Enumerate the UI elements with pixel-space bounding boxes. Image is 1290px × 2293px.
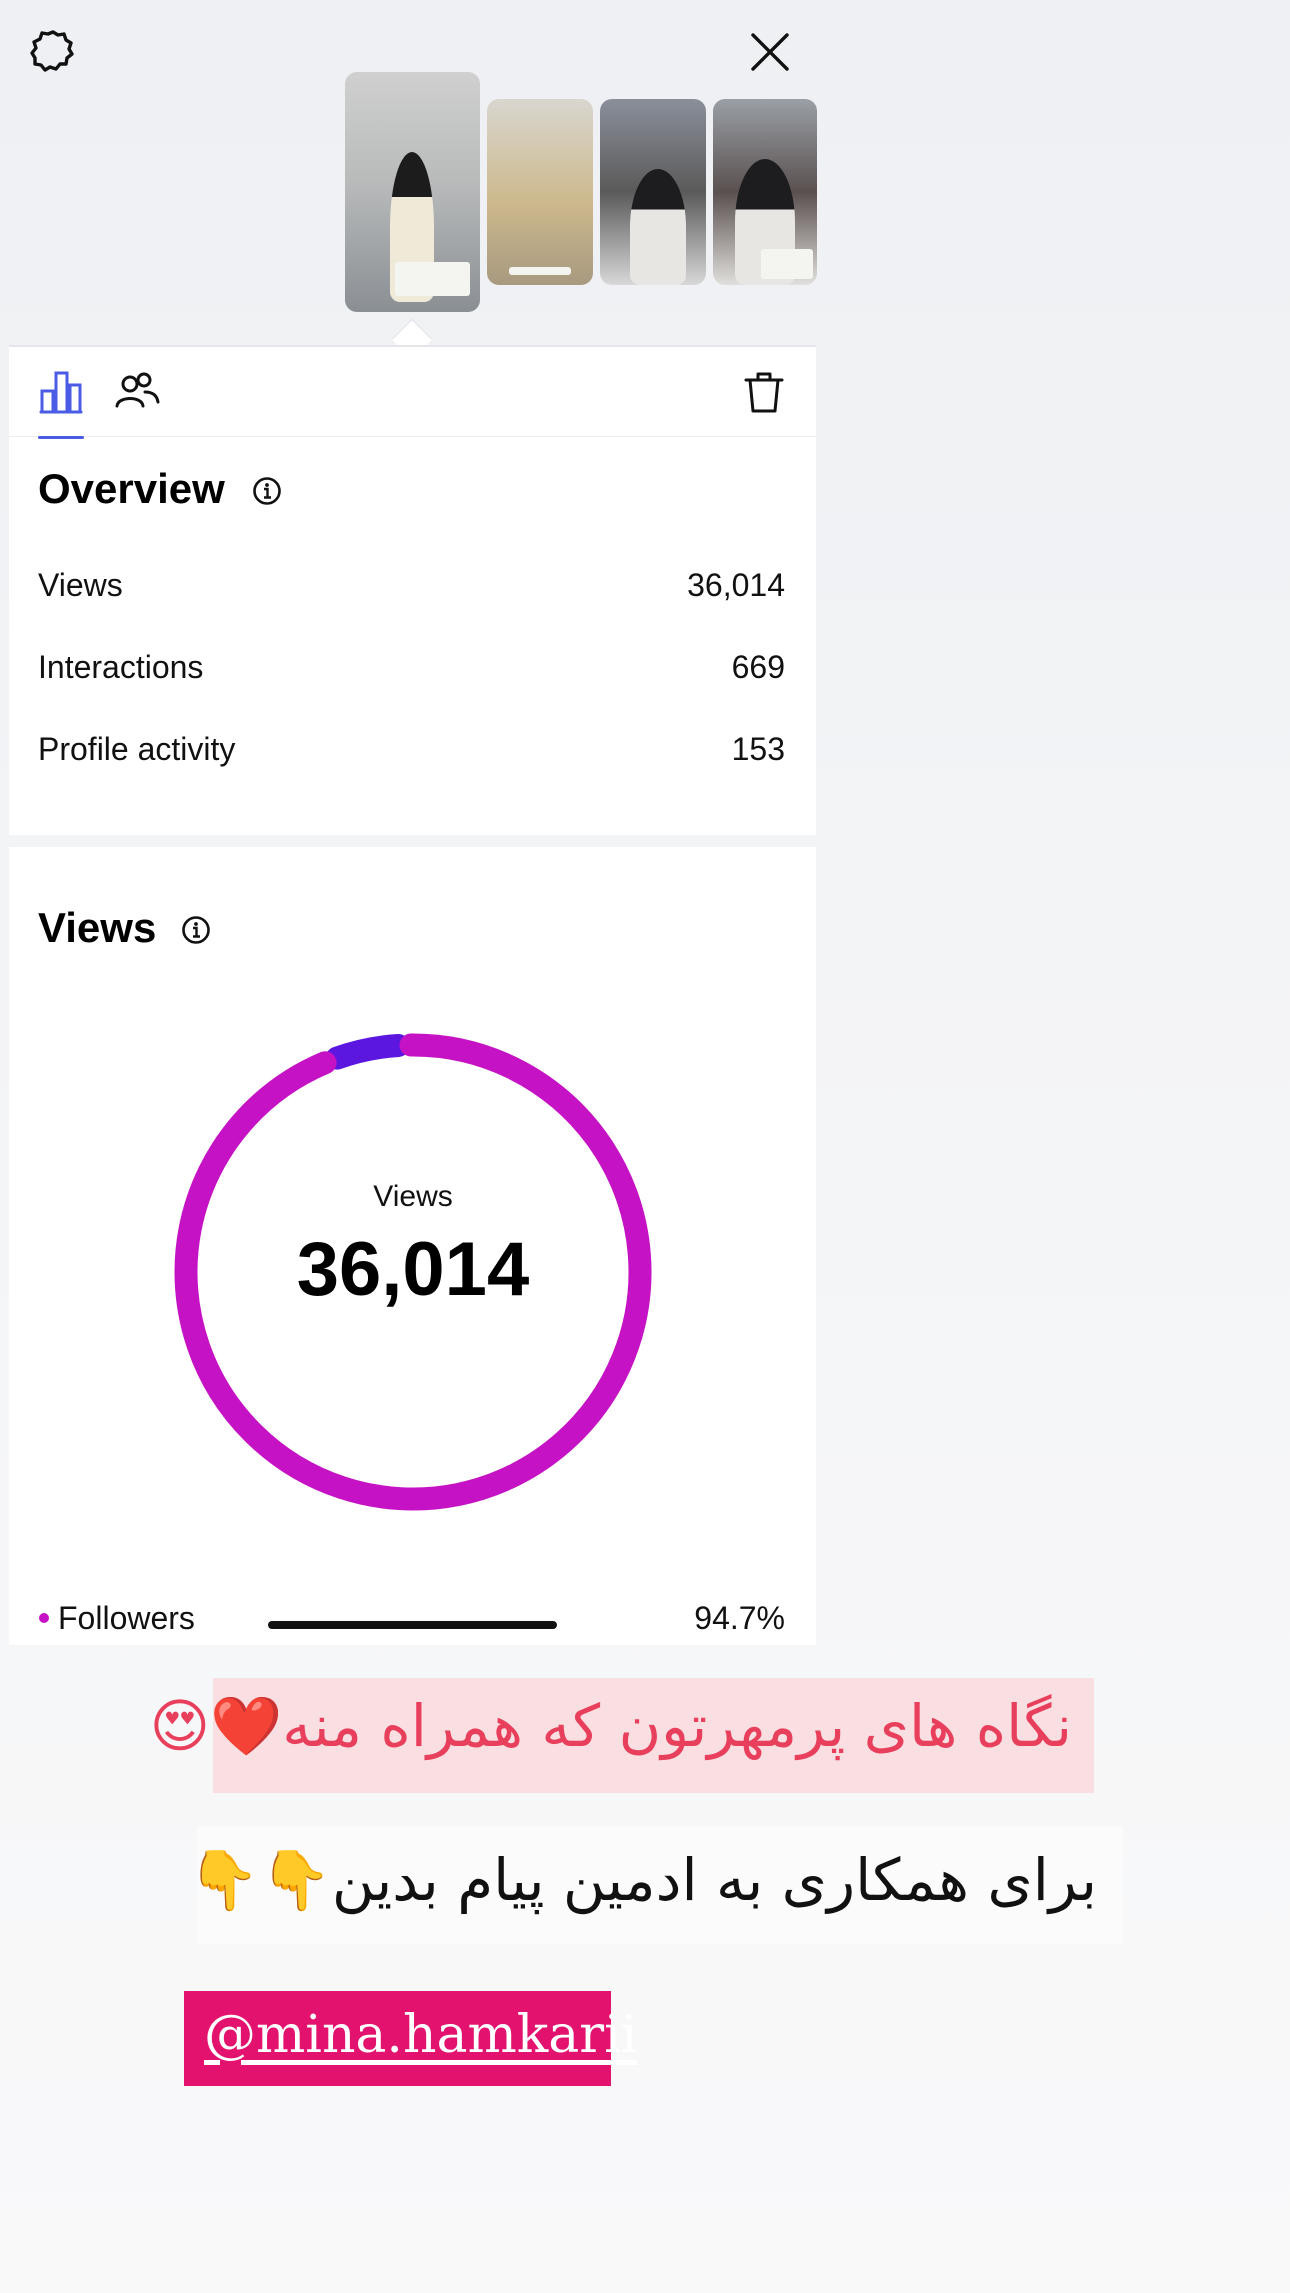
divider [9, 345, 816, 347]
trash-icon[interactable] [740, 368, 788, 416]
info-icon[interactable] [252, 476, 282, 506]
bar-chart-icon[interactable] [37, 368, 85, 416]
donut-center-value: 36,014 [296, 1227, 530, 1312]
sticker-text-1: نگاه های پرمهرتون که همراه منه❤️😍 [150, 1678, 1094, 1793]
stat-label: Profile activity [38, 731, 236, 767]
stat-value: 36,014 [687, 567, 785, 603]
views-title: Views [38, 904, 157, 951]
legend-label: Followers [58, 1600, 195, 1636]
people-icon[interactable] [113, 368, 161, 416]
stat-row-views[interactable]: Views 36,014 [38, 567, 785, 604]
stat-row-interactions[interactable]: Interactions 669 [38, 649, 785, 686]
home-indicator [268, 1621, 557, 1629]
info-icon[interactable] [181, 915, 211, 945]
stat-value: 153 [731, 731, 785, 767]
stat-label: Interactions [38, 649, 204, 685]
story-thumbnail[interactable] [345, 72, 480, 312]
story-thumbnail[interactable] [713, 99, 817, 285]
donut-center-label: Views [373, 1180, 453, 1213]
close-icon[interactable] [745, 27, 795, 77]
sticker-text-1-content: نگاه های پرمهرتون که همراه منه❤️😍 [149, 1692, 1072, 1760]
divider [9, 436, 816, 437]
story-thumbnail[interactable] [487, 99, 593, 285]
legend-color-dot [39, 1613, 49, 1623]
donut-segment-non-followers [325, 1033, 410, 1070]
overview-title: Overview [38, 465, 225, 512]
sticker-text-2-content: برای همکاری به ادمین پیام بدین👇👇 [187, 1846, 1097, 1914]
legend-percent: 94.7% [694, 1600, 785, 1636]
stat-row-profile-activity[interactable]: Profile activity 153 [38, 731, 785, 768]
mention-text[interactable]: @mina.hamkarii [204, 2005, 637, 2065]
active-tab-indicator [38, 436, 84, 439]
gear-icon[interactable] [28, 26, 78, 76]
stat-label: Views [38, 567, 123, 603]
story-thumbnail[interactable] [600, 99, 706, 285]
sticker-text-2: برای همکاری به ادمین پیام بدین👇👇 [187, 1826, 1123, 1944]
mention-sticker[interactable]: @mina.hamkarii [184, 1991, 637, 2086]
stat-value: 669 [731, 649, 785, 685]
